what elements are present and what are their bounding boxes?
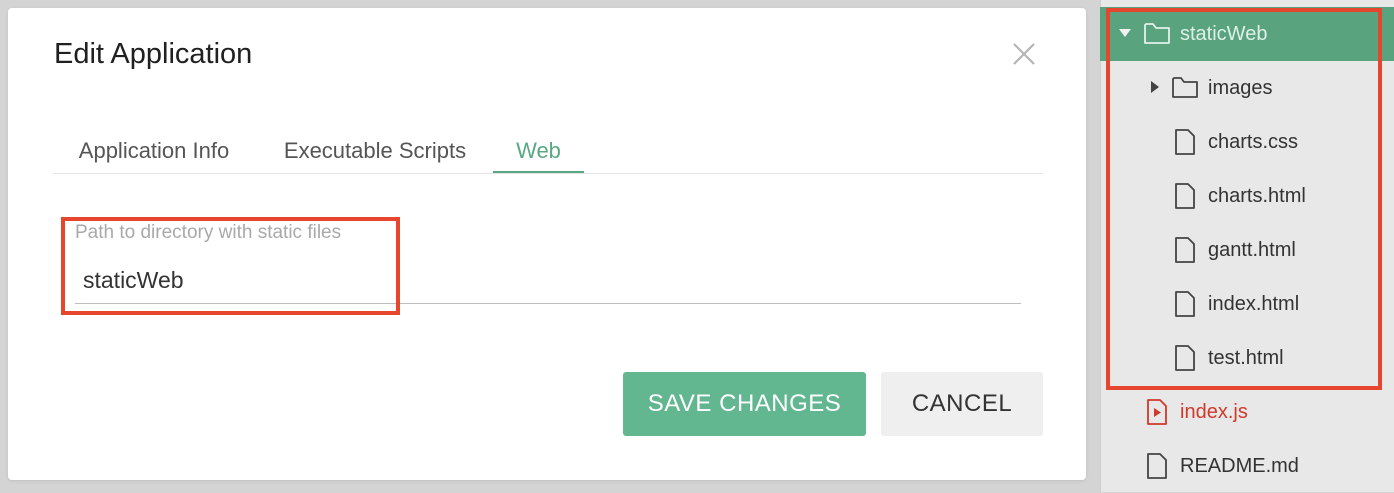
caret-right-icon[interactable] bbox=[1148, 80, 1162, 94]
caret-down-icon[interactable] bbox=[1118, 26, 1132, 40]
tab-application-info[interactable]: Application Info bbox=[53, 131, 255, 172]
tree-item-label: index.js bbox=[1180, 401, 1248, 423]
tree-item-label: index.html bbox=[1208, 293, 1300, 315]
file-icon bbox=[1175, 237, 1195, 263]
tab-executable-scripts[interactable]: Executable Scripts bbox=[275, 131, 475, 172]
tree-item-images[interactable]: images bbox=[1100, 61, 1394, 115]
tree-item-gantt-html[interactable]: gantt.html bbox=[1100, 223, 1394, 277]
tree-item-label: images bbox=[1208, 77, 1273, 99]
cancel-button[interactable]: CANCEL bbox=[881, 372, 1043, 436]
tab-web[interactable]: Web bbox=[493, 131, 584, 173]
static-path-input[interactable] bbox=[75, 258, 1021, 304]
tree-item-charts-html[interactable]: charts.html bbox=[1100, 169, 1394, 223]
dialog-title: Edit Application bbox=[54, 38, 253, 70]
folder-icon bbox=[1144, 23, 1170, 44]
tree-item-test-html[interactable]: test.html bbox=[1100, 331, 1394, 385]
tree-item-label: staticWeb bbox=[1180, 23, 1268, 45]
tree-item-label: charts.css bbox=[1208, 131, 1299, 153]
file-icon bbox=[1175, 183, 1195, 209]
folder-icon bbox=[1172, 77, 1198, 98]
tree-item-label: charts.html bbox=[1208, 185, 1306, 207]
tree-item-staticweb[interactable]: staticWeb bbox=[1100, 7, 1394, 61]
tree-item-label: test.html bbox=[1208, 347, 1284, 369]
tree-item-label: README.md bbox=[1180, 455, 1299, 477]
tree-item-label: gantt.html bbox=[1208, 239, 1296, 261]
file-icon bbox=[1175, 291, 1195, 317]
file-icon bbox=[1175, 345, 1195, 371]
close-icon[interactable] bbox=[1011, 41, 1037, 67]
file-icon bbox=[1175, 129, 1195, 155]
tree-item-index-js[interactable]: index.js bbox=[1100, 385, 1394, 439]
tree-item-charts-css[interactable]: charts.css bbox=[1100, 115, 1394, 169]
tree-item-index-html[interactable]: index.html bbox=[1100, 277, 1394, 331]
static-path-label: Path to directory with static files bbox=[75, 222, 342, 243]
save-changes-button[interactable]: SAVE CHANGES bbox=[623, 372, 866, 436]
tab-bar: Application Info Executable Scripts Web bbox=[53, 131, 1043, 174]
file-icon bbox=[1147, 453, 1167, 479]
edit-application-dialog: Edit Application Application Info Execut… bbox=[8, 8, 1086, 480]
script-file-icon bbox=[1147, 399, 1167, 425]
tree-item-readme-md[interactable]: README.md bbox=[1100, 439, 1394, 493]
